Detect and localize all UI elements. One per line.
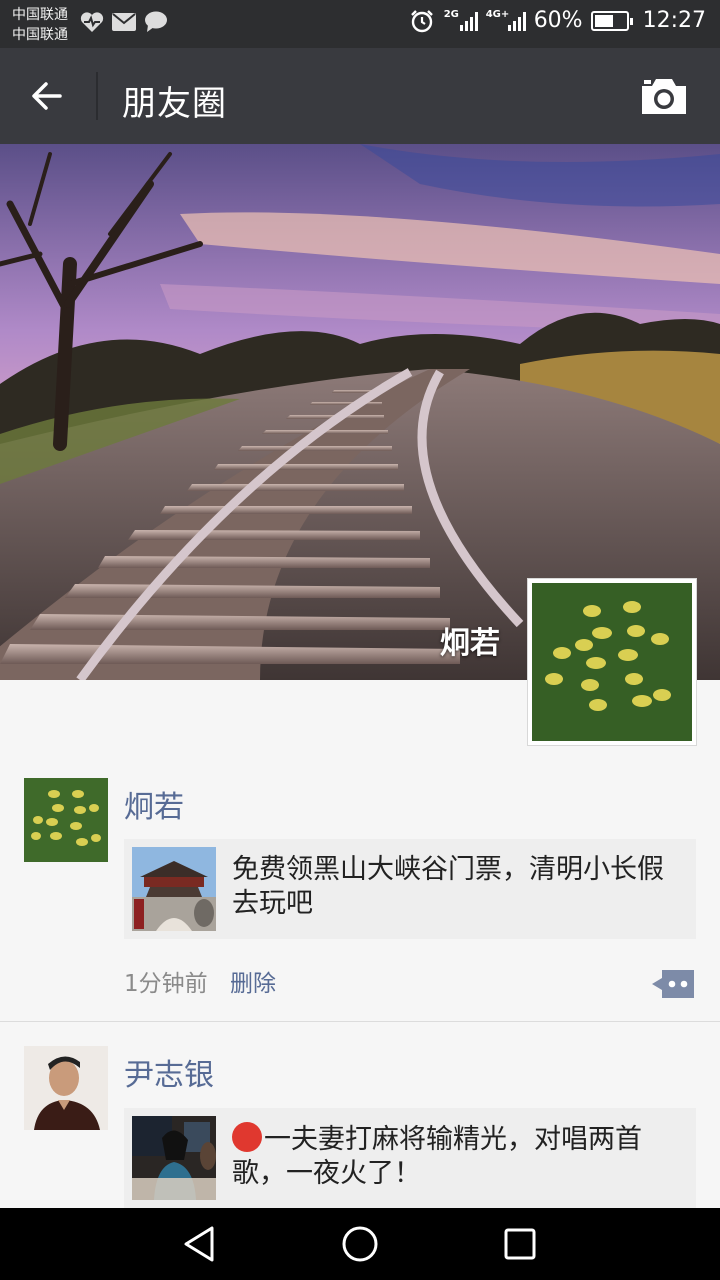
signal-icon-2: 4G+	[486, 9, 526, 31]
carrier-labels: 中国联通 中国联通	[12, 5, 68, 45]
battery-icon	[590, 10, 633, 31]
comment-button[interactable]	[652, 968, 696, 1000]
network-tag-2: 4G+	[485, 8, 510, 20]
gate-thumbnail-image	[132, 847, 216, 931]
status-bar: 中国联通 中国联通 2G 4G+ 60% 12:27	[0, 0, 720, 48]
clock: 12:27	[642, 8, 706, 33]
camera-icon	[642, 79, 686, 114]
post: 炯若 免费领黑山大峡谷门票，清明小长假去玩吧 1分钟前 删除	[0, 746, 720, 1022]
post-time: 1分钟前	[124, 971, 208, 997]
nav-back-icon	[184, 1226, 214, 1262]
battery-percent: 60%	[533, 8, 583, 33]
header-divider	[96, 72, 98, 120]
link-thumbnail	[132, 1116, 216, 1200]
user-name[interactable]: 尹志银	[124, 1050, 214, 1094]
nav-home-button[interactable]	[338, 1222, 382, 1266]
profile-avatar[interactable]	[527, 578, 697, 746]
post: 尹志银 一夫妻打麻将输精光，对唱两首歌，一夜火了！	[0, 1022, 720, 1222]
link-thumbnail	[132, 847, 216, 931]
link-title: 一夫妻打麻将输精光，对唱两首歌，一夜火了！	[232, 1124, 642, 1189]
moments-feed: 炯若 免费领黑山大峡谷门票，清明小长假去玩吧 1分钟前 删除 尹志银 一夫妻打麻…	[0, 746, 720, 1222]
back-arrow-icon	[32, 82, 62, 110]
nav-recent-icon	[504, 1228, 536, 1260]
link-title-row: 一夫妻打麻将输精光，对唱两首歌，一夜火了！	[232, 1122, 687, 1191]
nav-home-icon	[342, 1226, 378, 1262]
page-title: 朋友圈	[122, 84, 227, 124]
leaf-avatar-image	[24, 778, 108, 862]
link-title: 免费领黑山大峡谷门票，清明小长假去玩吧	[232, 854, 664, 919]
alarm-icon	[410, 9, 433, 32]
camera-button[interactable]	[638, 76, 690, 118]
carrier-1: 中国联通	[12, 7, 68, 23]
comment-icon	[652, 970, 694, 998]
nav-recent-button[interactable]	[498, 1222, 542, 1266]
man-avatar-image	[24, 1046, 108, 1130]
battery-fill	[594, 14, 613, 27]
red-dot-emoji-icon	[232, 1122, 262, 1152]
couple-thumbnail-image	[132, 1116, 216, 1200]
shared-link-card[interactable]: 一夫妻打麻将输精光，对唱两首歌，一夜火了！	[124, 1108, 696, 1208]
chat-icon	[145, 11, 167, 32]
signal-icon: 2G	[444, 9, 478, 31]
user-name[interactable]: 炯若	[124, 782, 184, 826]
heart-icon	[80, 12, 104, 33]
notification-icons	[80, 11, 168, 33]
delete-link[interactable]: 删除	[230, 964, 276, 998]
status-right: 2G 4G+ 60% 12:27	[410, 8, 706, 33]
user-avatar[interactable]	[24, 778, 108, 862]
back-button[interactable]	[24, 72, 74, 120]
user-avatar[interactable]	[24, 1046, 108, 1130]
app-header: 朋友圈	[0, 48, 720, 144]
mail-icon	[112, 13, 136, 31]
leaf-avatar-image	[532, 583, 692, 741]
network-tag-1: 2G	[443, 8, 459, 20]
system-nav-bar	[0, 1208, 720, 1280]
nav-back-button[interactable]	[178, 1222, 222, 1266]
cover-owner-name: 炯若	[440, 626, 500, 661]
carrier-2: 中国联通	[12, 27, 68, 43]
shared-link-card[interactable]: 免费领黑山大峡谷门票，清明小长假去玩吧	[124, 839, 696, 939]
